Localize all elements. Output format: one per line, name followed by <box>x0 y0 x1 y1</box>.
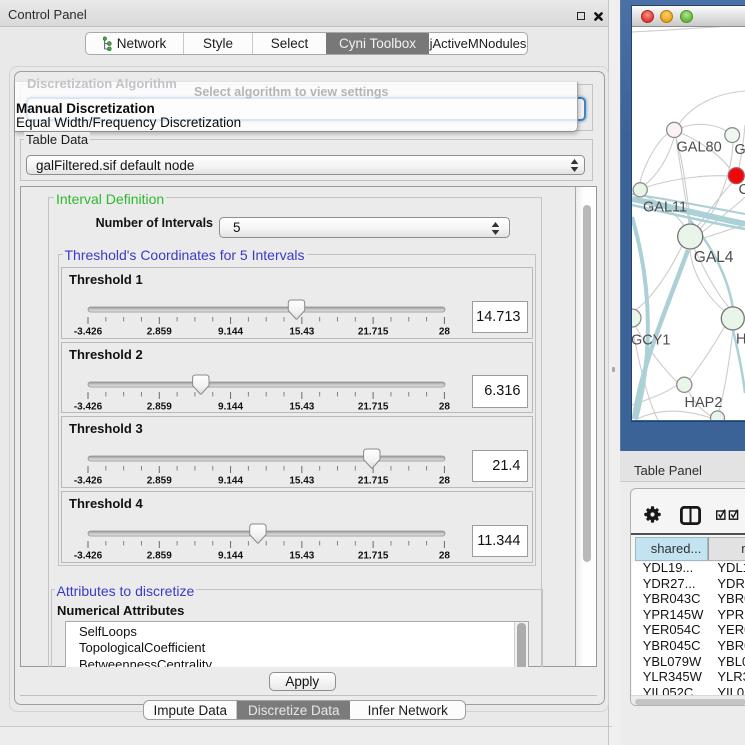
svg-text:15.43: 15.43 <box>289 327 314 338</box>
svg-text:H: H <box>736 332 745 348</box>
svg-text:28: 28 <box>439 327 451 338</box>
svg-text:-3.426: -3.426 <box>74 327 103 338</box>
svg-text:2.859: 2.859 <box>147 327 172 338</box>
svg-text:GCY1: GCY1 <box>632 333 671 349</box>
svg-text:9.144: 9.144 <box>218 401 243 412</box>
svg-text:GAL4: GAL4 <box>694 249 734 266</box>
svg-text:15.43: 15.43 <box>289 476 314 487</box>
svg-text:9.144: 9.144 <box>218 551 243 562</box>
svg-text:2.859: 2.859 <box>147 476 172 487</box>
svg-text:-3.426: -3.426 <box>74 476 103 487</box>
svg-text:HAP2: HAP2 <box>685 395 723 411</box>
svg-text:GAL11: GAL11 <box>643 200 687 216</box>
svg-text:21.715: 21.715 <box>358 551 389 562</box>
svg-text:21.715: 21.715 <box>358 401 389 412</box>
svg-text:GA: GA <box>735 142 745 158</box>
svg-text:15.43: 15.43 <box>289 401 314 412</box>
svg-text:21.715: 21.715 <box>358 476 389 487</box>
svg-text:GAL80: GAL80 <box>677 140 722 156</box>
svg-text:2.859: 2.859 <box>147 401 172 412</box>
svg-text:C: C <box>739 182 745 198</box>
svg-text:9.144: 9.144 <box>218 476 243 487</box>
svg-text:2.859: 2.859 <box>147 551 172 562</box>
svg-text:15.43: 15.43 <box>289 551 314 562</box>
svg-text:21.715: 21.715 <box>358 327 389 338</box>
svg-text:-3.426: -3.426 <box>74 551 103 562</box>
svg-text:28: 28 <box>439 476 451 487</box>
svg-text:-3.426: -3.426 <box>74 401 103 412</box>
svg-text:9.144: 9.144 <box>218 327 243 338</box>
svg-text:28: 28 <box>439 401 451 412</box>
svg-text:28: 28 <box>439 551 451 562</box>
